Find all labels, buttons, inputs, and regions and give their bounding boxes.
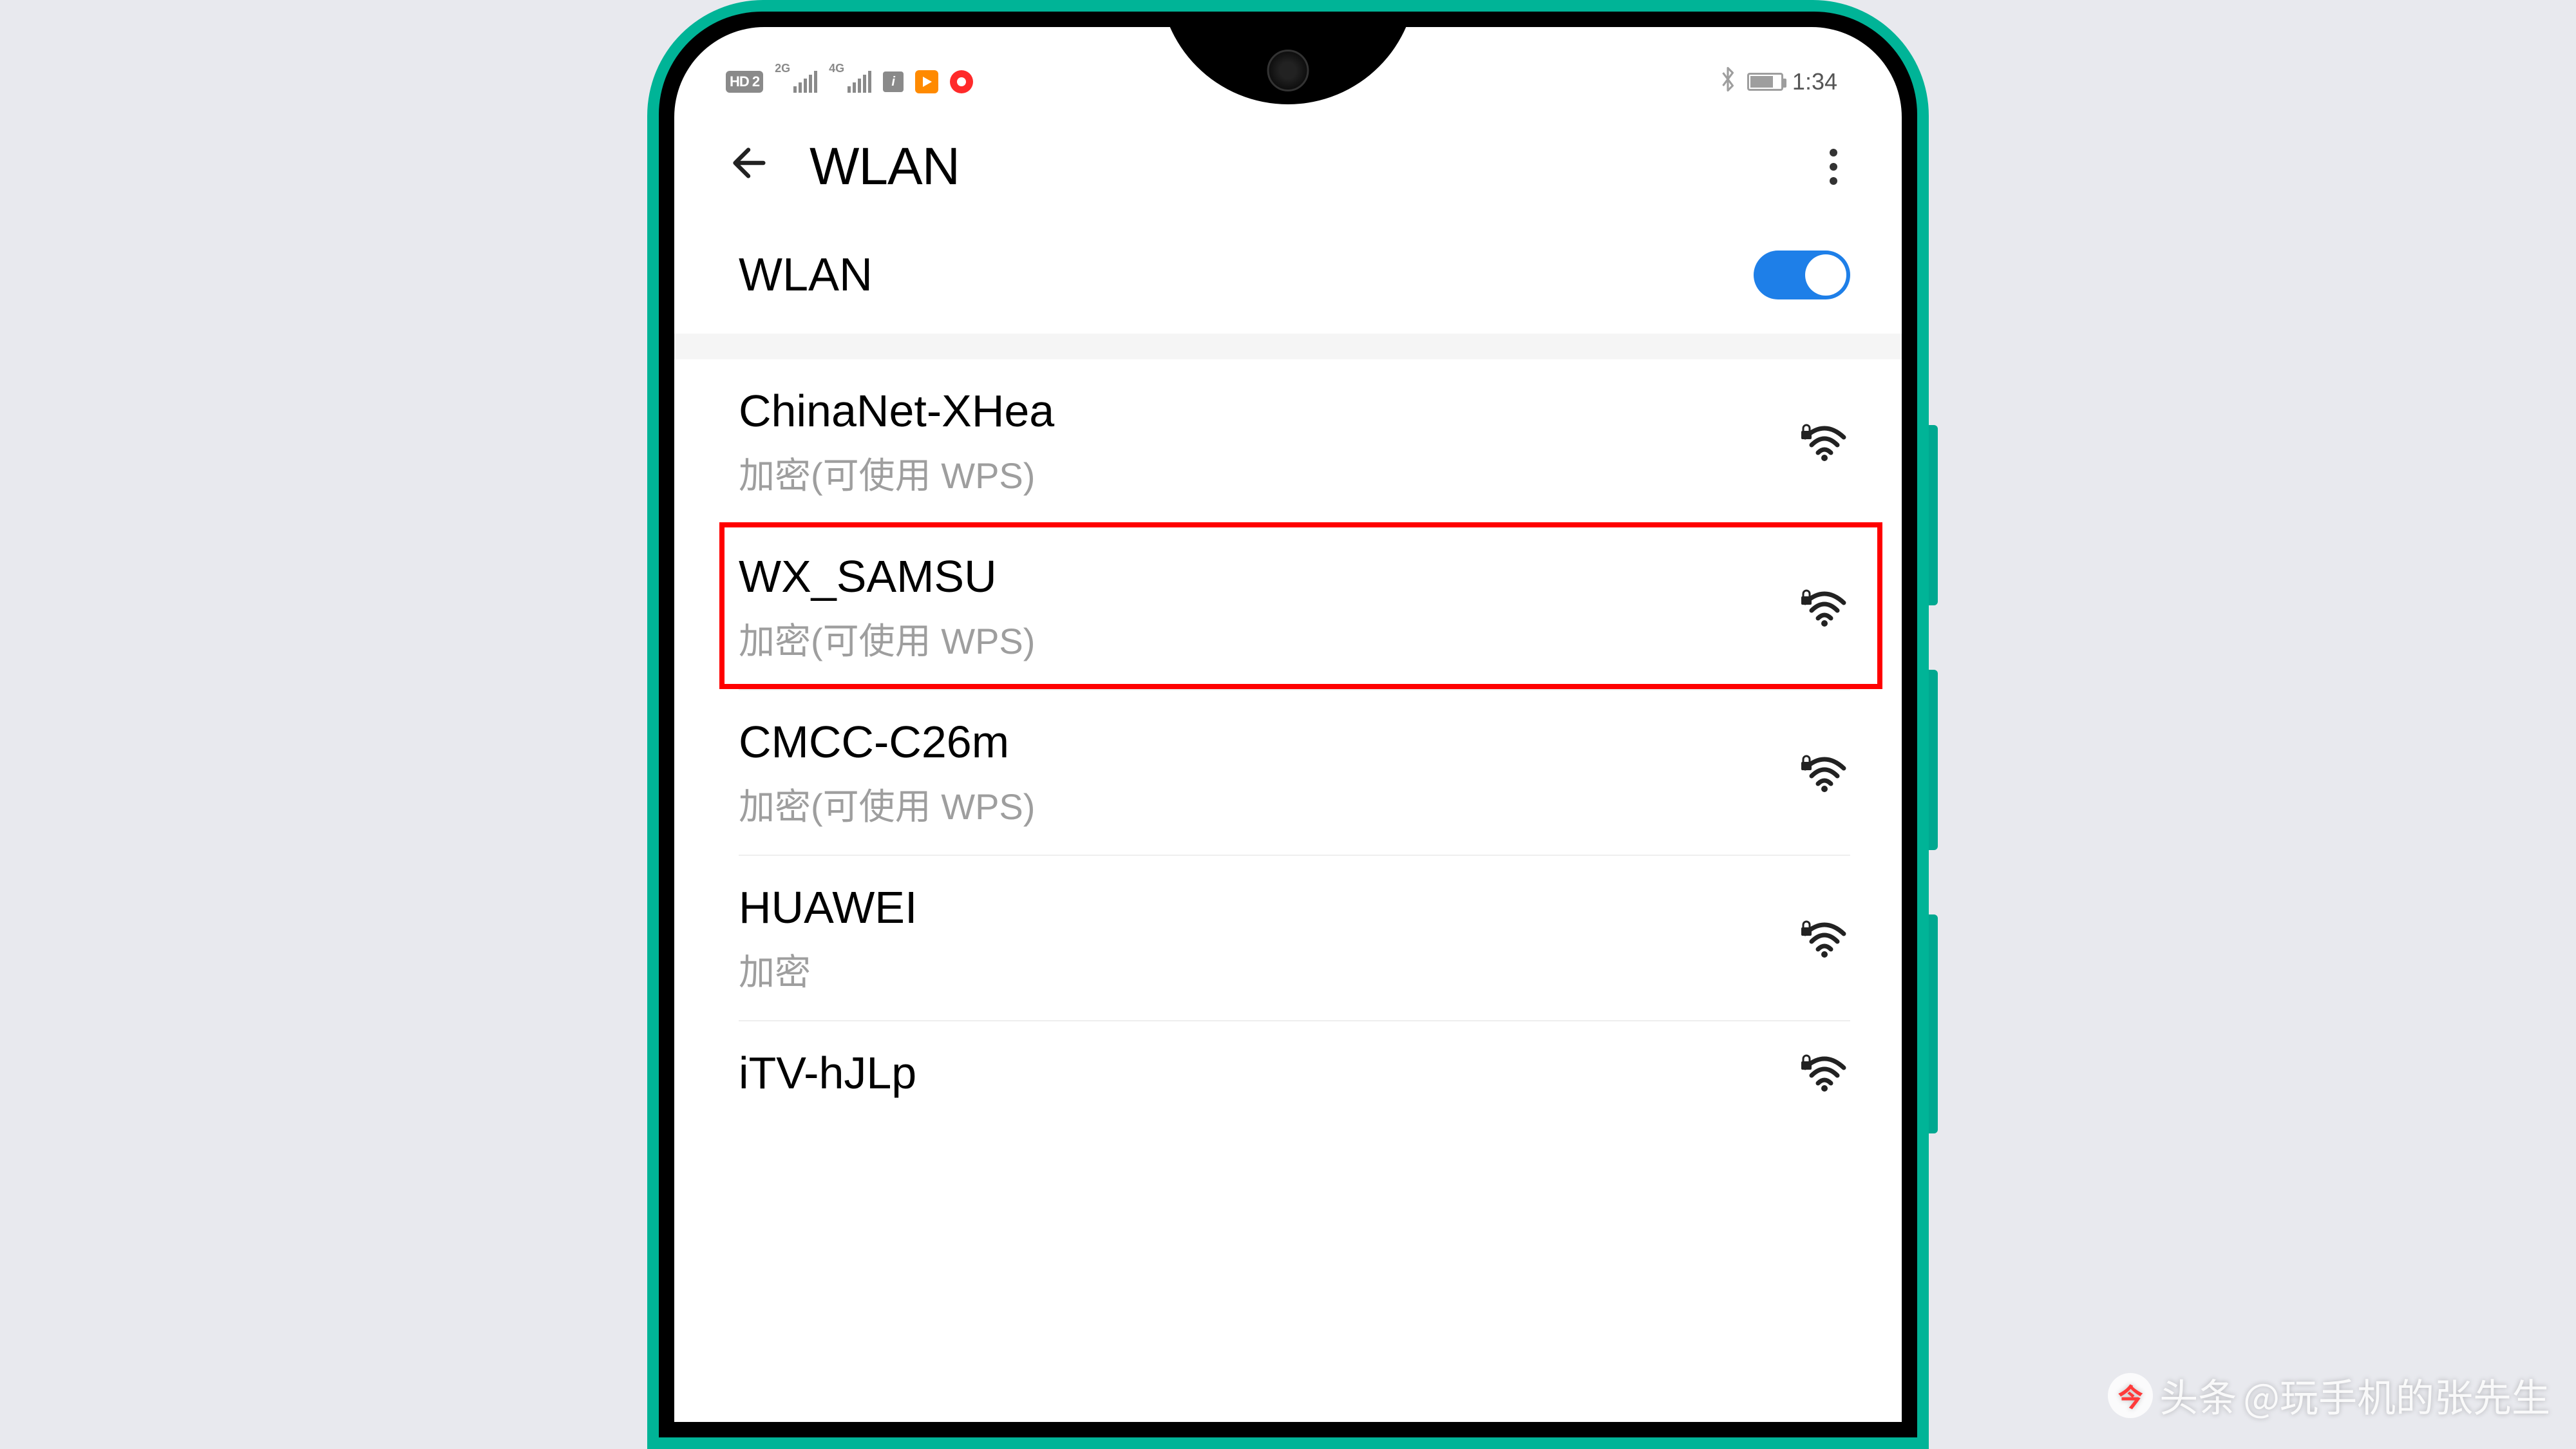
bluetooth-icon bbox=[1718, 66, 1738, 98]
wifi-signal-icon bbox=[1799, 1054, 1850, 1092]
record-icon bbox=[950, 70, 973, 93]
wifi-network-name: ChinaNet-XHea bbox=[739, 385, 1054, 437]
front-camera bbox=[1267, 50, 1309, 91]
wifi-network-item[interactable]: WX_SAMSU 加密(可使用 WPS) bbox=[726, 524, 1882, 689]
watermark: 今 头条 @玩手机的张先生 bbox=[2108, 1367, 2550, 1423]
wifi-network-name: HUAWEI bbox=[739, 882, 917, 933]
network-list: ChinaNet-XHea 加密(可使用 WPS) WX_SAMSU 加密(可使… bbox=[674, 359, 1902, 1123]
wifi-network-detail: 加密(可使用 WPS) bbox=[739, 612, 1035, 665]
status-time: 1:34 bbox=[1792, 68, 1837, 95]
wifi-network-detail: 加密(可使用 WPS) bbox=[739, 778, 1035, 830]
back-button[interactable] bbox=[726, 140, 771, 193]
screen: HD 2 2G 4G i bbox=[674, 27, 1902, 1422]
more-options-button[interactable] bbox=[1830, 149, 1850, 185]
wifi-network-name: WX_SAMSU bbox=[739, 551, 1035, 602]
wifi-network-item[interactable]: ChinaNet-XHea 加密(可使用 WPS) bbox=[739, 359, 1850, 524]
wifi-signal-icon bbox=[1799, 754, 1850, 793]
wifi-network-item[interactable]: HUAWEI 加密 bbox=[739, 855, 1850, 1020]
wifi-signal-icon bbox=[1799, 920, 1850, 958]
wlan-toggle-row[interactable]: WLAN bbox=[674, 216, 1902, 334]
wifi-network-item[interactable]: iTV-hJLp bbox=[739, 1020, 1850, 1123]
info-icon: i bbox=[883, 71, 904, 92]
wifi-signal-icon bbox=[1799, 423, 1850, 462]
signal-4g-icon: 4G bbox=[829, 71, 871, 93]
wifi-network-detail: 加密 bbox=[739, 943, 917, 996]
wifi-network-detail: 加密(可使用 WPS) bbox=[739, 447, 1054, 499]
phone-side-buttons bbox=[1929, 425, 1938, 1198]
wlan-toggle-switch[interactable] bbox=[1754, 251, 1850, 299]
wifi-network-item[interactable]: CMCC-C26m 加密(可使用 WPS) bbox=[739, 689, 1850, 855]
watermark-handle: @玩手机的张先生 bbox=[2243, 1367, 2550, 1423]
wlan-toggle-label: WLAN bbox=[739, 249, 873, 301]
watermark-icon: 今 bbox=[2108, 1373, 2153, 1418]
media-app-icon bbox=[915, 70, 938, 93]
signal-2g-icon: 2G bbox=[775, 71, 817, 93]
wifi-signal-icon bbox=[1799, 589, 1850, 627]
page-title: WLAN bbox=[810, 137, 960, 197]
wifi-network-name: iTV-hJLp bbox=[739, 1047, 916, 1099]
wifi-network-name: CMCC-C26m bbox=[739, 716, 1035, 768]
phone-frame: HD 2 2G 4G i bbox=[647, 0, 1929, 1449]
section-divider bbox=[674, 334, 1902, 359]
hd-badge: HD 2 bbox=[726, 71, 763, 93]
app-header: WLAN bbox=[674, 111, 1902, 216]
battery-icon bbox=[1747, 73, 1783, 91]
watermark-prefix: 头条 bbox=[2159, 1367, 2237, 1423]
